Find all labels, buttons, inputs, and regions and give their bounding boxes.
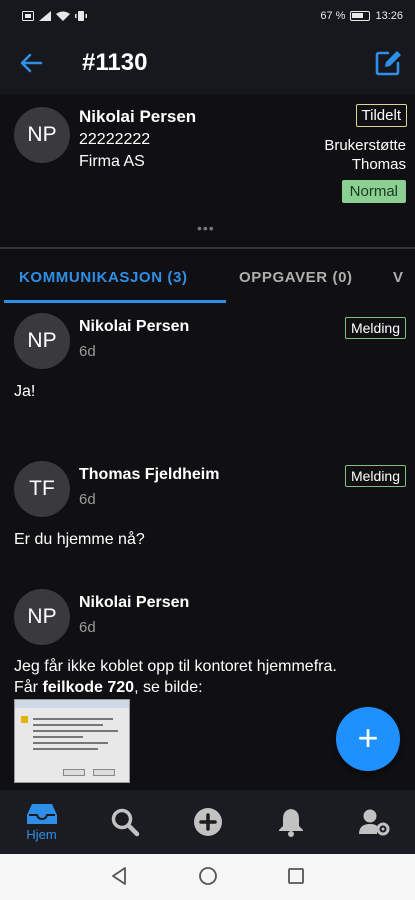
search-icon: [111, 808, 139, 837]
message-text: Er du hjemme nå?: [14, 531, 145, 548]
customer-name: Nikolai Persen: [79, 107, 197, 126]
message-time: 6d: [79, 343, 96, 360]
message-text-suffix: , se bilde:: [134, 679, 203, 696]
back-arrow-icon[interactable]: [18, 50, 44, 76]
inbox-icon: [26, 804, 57, 824]
message-item[interactable]: NP Nikolai Persen 6d Melding Ja!: [0, 305, 415, 445]
message-text-bold: feilkode 720: [42, 679, 135, 696]
status-bar: 67 % 13:26: [0, 0, 415, 32]
status-icons-left: [22, 11, 87, 21]
bell-icon: [278, 809, 303, 837]
priority-badge: Normal: [341, 180, 406, 203]
attachment-titlebar: [15, 700, 129, 708]
message-text: Jeg får ikke koblet opp til kontoret hje…: [14, 656, 337, 698]
system-recents-icon[interactable]: [287, 866, 305, 886]
message-text: Ja!: [14, 383, 36, 400]
page-title: #1130: [82, 49, 148, 76]
battery-percent: 67 %: [320, 10, 346, 22]
clock: 13:26: [375, 10, 403, 22]
ticket-header: NP Nikolai Persen 22222222 Firma AS Tild…: [0, 94, 415, 248]
message-author: Nikolai Persen: [79, 318, 190, 335]
add-circle-icon: [193, 808, 222, 836]
sim-icon: [22, 11, 34, 21]
tab-more[interactable]: V: [393, 269, 404, 286]
message-time: 6d: [79, 619, 96, 636]
message-item[interactable]: TF Thomas Fjeldheim 6d Melding Er du hje…: [0, 453, 415, 583]
user-settings-icon: [358, 809, 389, 836]
system-back-icon[interactable]: [110, 866, 128, 886]
tab-bar: KOMMUNIKASJON (3) OPPGAVER (0) V: [0, 251, 415, 303]
nav-user-settings[interactable]: [332, 790, 415, 854]
nav-notifications[interactable]: [249, 790, 332, 854]
message-avatar: TF: [14, 461, 70, 517]
warning-icon: [21, 716, 28, 723]
status-badge: Tildelt: [355, 104, 407, 127]
app-bar: #1130: [0, 32, 415, 94]
battery-icon: [350, 11, 371, 21]
attachment-content: [33, 714, 123, 754]
customer-company: Firma AS: [79, 153, 145, 170]
tab-oppgaver[interactable]: OPPGAVER (0): [239, 269, 353, 286]
message-type-badge: Melding: [344, 465, 406, 487]
message-type-badge: Melding: [344, 317, 406, 339]
customer-phone: 22222222: [79, 131, 151, 148]
plus-icon: +: [357, 716, 379, 758]
edit-icon[interactable]: [373, 48, 403, 78]
bottom-nav: Hjem: [0, 790, 415, 854]
wifi-icon: [56, 11, 70, 21]
signal-icon: [39, 11, 51, 21]
nav-home-label: Hjem: [26, 827, 57, 842]
assigned-group: Brukerstøtte: [324, 137, 406, 154]
divider: [0, 247, 415, 249]
customer-avatar: NP: [14, 107, 70, 163]
status-icons-right: 67 % 13:26: [320, 10, 403, 22]
message-time: 6d: [79, 491, 96, 508]
message-text-line1: Jeg får ikke koblet opp til kontoret hje…: [14, 658, 337, 675]
system-home-icon[interactable]: [198, 866, 218, 886]
nav-search[interactable]: [83, 790, 166, 854]
assignee-name: Thomas: [351, 156, 406, 173]
message-author: Thomas Fjeldheim: [79, 466, 220, 483]
attachment-button: [63, 769, 85, 776]
message-avatar: NP: [14, 589, 70, 645]
expand-more-icon[interactable]: •••: [197, 220, 215, 236]
nav-add[interactable]: [166, 790, 249, 854]
attachment-thumbnail[interactable]: [14, 699, 130, 783]
tab-kommunikasjon[interactable]: KOMMUNIKASJON (3): [19, 269, 188, 286]
attachment-button: [93, 769, 115, 776]
system-nav-bar: [0, 854, 415, 900]
message-avatar: NP: [14, 313, 70, 369]
add-message-button[interactable]: +: [336, 707, 400, 771]
vibrate-icon: [75, 11, 87, 21]
message-author: Nikolai Persen: [79, 594, 190, 611]
nav-home[interactable]: Hjem: [0, 790, 83, 854]
message-text-prefix: Får: [14, 679, 43, 696]
